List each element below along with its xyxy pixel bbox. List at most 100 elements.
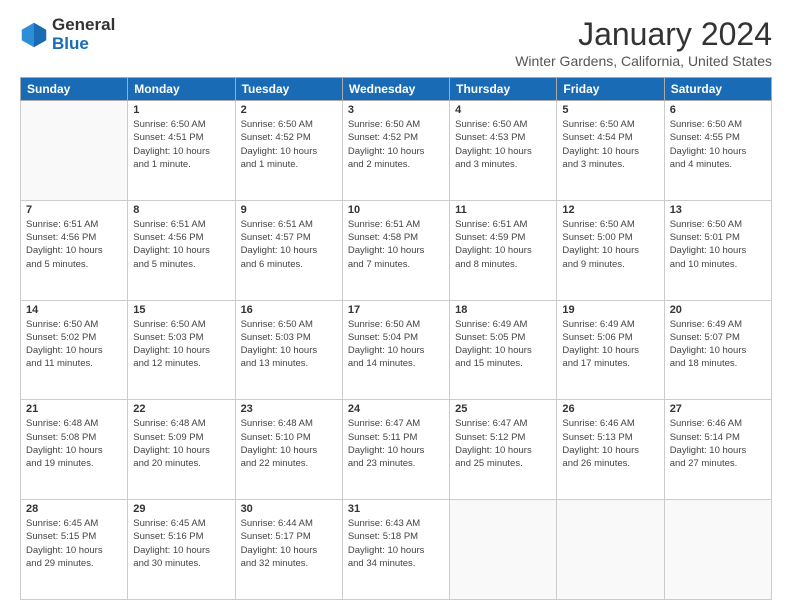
calendar-cell: 6 Sunrise: 6:50 AM Sunset: 4:55 PM Daylig… — [664, 101, 771, 201]
day-number: 3 — [348, 104, 444, 116]
calendar-cell: 4 Sunrise: 6:50 AM Sunset: 4:53 PM Daylig… — [450, 101, 557, 201]
day-info: Sunrise: 6:49 AM Sunset: 5:07 PM Dayligh… — [670, 318, 766, 371]
calendar-cell: 8 Sunrise: 6:51 AM Sunset: 4:56 PM Daylig… — [128, 200, 235, 300]
calendar-cell: 26 Sunrise: 6:46 AM Sunset: 5:13 PM Dayli… — [557, 400, 664, 500]
day-info: Sunrise: 6:51 AM Sunset: 4:58 PM Dayligh… — [348, 218, 444, 271]
day-number: 2 — [241, 104, 337, 116]
calendar-header-monday: Monday — [128, 78, 235, 101]
day-number: 26 — [562, 403, 658, 415]
day-info: Sunrise: 6:50 AM Sunset: 4:55 PM Dayligh… — [670, 118, 766, 171]
day-info: Sunrise: 6:44 AM Sunset: 5:17 PM Dayligh… — [241, 517, 337, 570]
calendar-cell: 14 Sunrise: 6:50 AM Sunset: 5:02 PM Dayli… — [21, 300, 128, 400]
calendar-cell: 30 Sunrise: 6:44 AM Sunset: 5:17 PM Dayli… — [235, 500, 342, 600]
day-number: 16 — [241, 304, 337, 316]
day-number: 4 — [455, 104, 551, 116]
calendar-week-4: 21 Sunrise: 6:48 AM Sunset: 5:08 PM Dayli… — [21, 400, 772, 500]
day-info: Sunrise: 6:51 AM Sunset: 4:56 PM Dayligh… — [26, 218, 122, 271]
day-info: Sunrise: 6:50 AM Sunset: 5:00 PM Dayligh… — [562, 218, 658, 271]
day-number: 11 — [455, 204, 551, 216]
calendar-header-tuesday: Tuesday — [235, 78, 342, 101]
day-number: 25 — [455, 403, 551, 415]
calendar-cell — [450, 500, 557, 600]
day-number: 24 — [348, 403, 444, 415]
day-number: 17 — [348, 304, 444, 316]
calendar-cell — [21, 101, 128, 201]
logo-text: General Blue — [52, 16, 115, 53]
calendar-cell — [557, 500, 664, 600]
day-info: Sunrise: 6:50 AM Sunset: 5:02 PM Dayligh… — [26, 318, 122, 371]
day-number: 31 — [348, 503, 444, 515]
location: Winter Gardens, California, United State… — [515, 53, 772, 69]
calendar-cell: 21 Sunrise: 6:48 AM Sunset: 5:08 PM Dayli… — [21, 400, 128, 500]
day-info: Sunrise: 6:48 AM Sunset: 5:08 PM Dayligh… — [26, 417, 122, 470]
calendar-header-thursday: Thursday — [450, 78, 557, 101]
calendar-cell: 3 Sunrise: 6:50 AM Sunset: 4:52 PM Daylig… — [342, 101, 449, 201]
calendar-cell: 19 Sunrise: 6:49 AM Sunset: 5:06 PM Dayli… — [557, 300, 664, 400]
calendar-cell: 5 Sunrise: 6:50 AM Sunset: 4:54 PM Daylig… — [557, 101, 664, 201]
calendar-cell: 2 Sunrise: 6:50 AM Sunset: 4:52 PM Daylig… — [235, 101, 342, 201]
day-number: 8 — [133, 204, 229, 216]
day-number: 1 — [133, 104, 229, 116]
day-info: Sunrise: 6:50 AM Sunset: 5:01 PM Dayligh… — [670, 218, 766, 271]
calendar-table: SundayMondayTuesdayWednesdayThursdayFrid… — [20, 77, 772, 600]
day-number: 21 — [26, 403, 122, 415]
day-info: Sunrise: 6:50 AM Sunset: 4:54 PM Dayligh… — [562, 118, 658, 171]
header: General Blue January 2024 Winter Gardens… — [20, 16, 772, 69]
day-info: Sunrise: 6:48 AM Sunset: 5:10 PM Dayligh… — [241, 417, 337, 470]
day-info: Sunrise: 6:50 AM Sunset: 4:53 PM Dayligh… — [455, 118, 551, 171]
calendar-cell: 18Sunrise: 6:49 AM Sunset: 5:05 PM Dayli… — [450, 300, 557, 400]
calendar-header-wednesday: Wednesday — [342, 78, 449, 101]
day-number: 23 — [241, 403, 337, 415]
day-info: Sunrise: 6:46 AM Sunset: 5:14 PM Dayligh… — [670, 417, 766, 470]
day-number: 15 — [133, 304, 229, 316]
calendar-cell: 16 Sunrise: 6:50 AM Sunset: 5:03 PM Dayli… — [235, 300, 342, 400]
day-info: Sunrise: 6:45 AM Sunset: 5:16 PM Dayligh… — [133, 517, 229, 570]
calendar-cell: 15 Sunrise: 6:50 AM Sunset: 5:03 PM Dayli… — [128, 300, 235, 400]
calendar-week-5: 28Sunrise: 6:45 AM Sunset: 5:15 PM Dayli… — [21, 500, 772, 600]
day-info: Sunrise: 6:50 AM Sunset: 5:03 PM Dayligh… — [133, 318, 229, 371]
calendar-cell: 25 Sunrise: 6:47 AM Sunset: 5:12 PM Dayli… — [450, 400, 557, 500]
day-info: Sunrise: 6:46 AM Sunset: 5:13 PM Dayligh… — [562, 417, 658, 470]
day-info: Sunrise: 6:50 AM Sunset: 4:52 PM Dayligh… — [241, 118, 337, 171]
day-info: Sunrise: 6:51 AM Sunset: 4:59 PM Dayligh… — [455, 218, 551, 271]
day-number: 29 — [133, 503, 229, 515]
day-info: Sunrise: 6:50 AM Sunset: 4:52 PM Dayligh… — [348, 118, 444, 171]
day-info: Sunrise: 6:51 AM Sunset: 4:56 PM Dayligh… — [133, 218, 229, 271]
day-info: Sunrise: 6:48 AM Sunset: 5:09 PM Dayligh… — [133, 417, 229, 470]
day-info: Sunrise: 6:50 AM Sunset: 4:51 PM Dayligh… — [133, 118, 229, 171]
day-info: Sunrise: 6:47 AM Sunset: 5:12 PM Dayligh… — [455, 417, 551, 470]
calendar-header-sunday: Sunday — [21, 78, 128, 101]
calendar-cell: 20Sunrise: 6:49 AM Sunset: 5:07 PM Dayli… — [664, 300, 771, 400]
calendar-cell: 7Sunrise: 6:51 AM Sunset: 4:56 PM Daylig… — [21, 200, 128, 300]
calendar-cell: 22 Sunrise: 6:48 AM Sunset: 5:09 PM Dayli… — [128, 400, 235, 500]
calendar-cell: 24 Sunrise: 6:47 AM Sunset: 5:11 PM Dayli… — [342, 400, 449, 500]
calendar-header-friday: Friday — [557, 78, 664, 101]
calendar-header-saturday: Saturday — [664, 78, 771, 101]
calendar-cell: 1 Sunrise: 6:50 AM Sunset: 4:51 PM Daylig… — [128, 101, 235, 201]
page: General Blue January 2024 Winter Gardens… — [0, 0, 792, 612]
day-number: 22 — [133, 403, 229, 415]
day-number: 13 — [670, 204, 766, 216]
day-number: 5 — [562, 104, 658, 116]
calendar-cell: 11 Sunrise: 6:51 AM Sunset: 4:59 PM Dayli… — [450, 200, 557, 300]
day-number: 27 — [670, 403, 766, 415]
day-info: Sunrise: 6:50 AM Sunset: 5:03 PM Dayligh… — [241, 318, 337, 371]
calendar-week-3: 14 Sunrise: 6:50 AM Sunset: 5:02 PM Dayli… — [21, 300, 772, 400]
day-number: 28 — [26, 503, 122, 515]
day-number: 6 — [670, 104, 766, 116]
calendar-week-2: 7Sunrise: 6:51 AM Sunset: 4:56 PM Daylig… — [21, 200, 772, 300]
calendar-cell: 9Sunrise: 6:51 AM Sunset: 4:57 PM Daylig… — [235, 200, 342, 300]
day-number: 14 — [26, 304, 122, 316]
day-number: 12 — [562, 204, 658, 216]
calendar-cell: 29 Sunrise: 6:45 AM Sunset: 5:16 PM Dayli… — [128, 500, 235, 600]
day-info: Sunrise: 6:49 AM Sunset: 5:06 PM Dayligh… — [562, 318, 658, 371]
calendar-cell: 12 Sunrise: 6:50 AM Sunset: 5:00 PM Dayli… — [557, 200, 664, 300]
day-info: Sunrise: 6:47 AM Sunset: 5:11 PM Dayligh… — [348, 417, 444, 470]
day-info: Sunrise: 6:51 AM Sunset: 4:57 PM Dayligh… — [241, 218, 337, 271]
day-number: 19 — [562, 304, 658, 316]
day-info: Sunrise: 6:43 AM Sunset: 5:18 PM Dayligh… — [348, 517, 444, 570]
day-info: Sunrise: 6:50 AM Sunset: 5:04 PM Dayligh… — [348, 318, 444, 371]
calendar-cell: 23 Sunrise: 6:48 AM Sunset: 5:10 PM Dayli… — [235, 400, 342, 500]
calendar-cell: 17 Sunrise: 6:50 AM Sunset: 5:04 PM Dayli… — [342, 300, 449, 400]
day-number: 30 — [241, 503, 337, 515]
